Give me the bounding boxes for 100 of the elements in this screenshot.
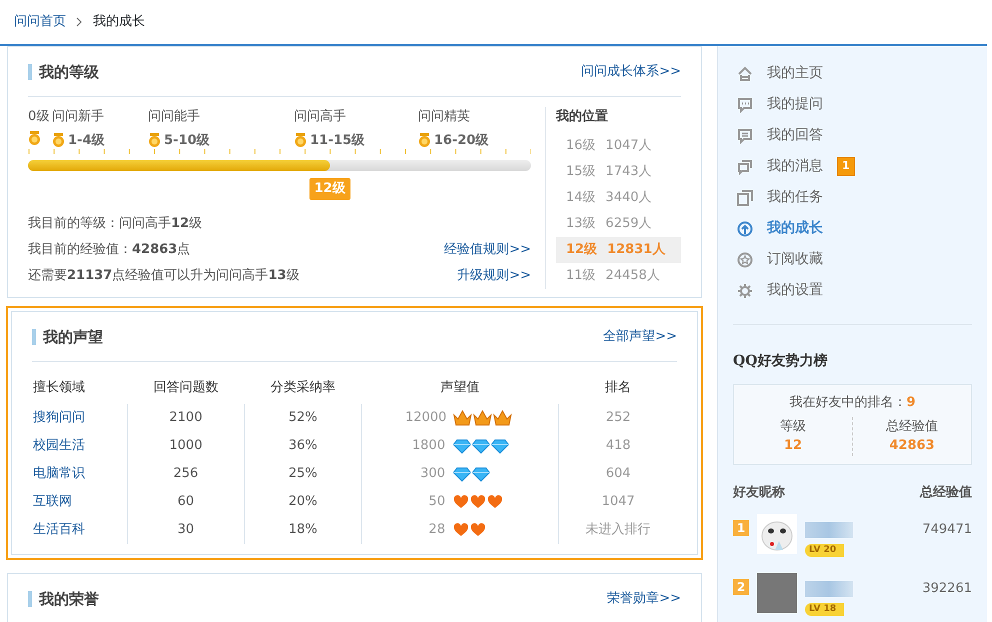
settings-icon bbox=[737, 282, 753, 298]
crown-icon bbox=[453, 410, 472, 426]
field-link[interactable]: 生活百科 bbox=[33, 522, 85, 538]
diamond-icon bbox=[472, 466, 490, 482]
rank-row: 12级 12831人 bbox=[556, 236, 681, 262]
chat-bubbles-icon bbox=[737, 158, 753, 174]
more-link[interactable]: 荣誉勋章>> bbox=[607, 588, 681, 608]
sidebar-item[interactable]: 我的回答 bbox=[733, 120, 972, 151]
column-header: 分类采纳率 bbox=[244, 372, 362, 404]
medal-icon bbox=[52, 133, 65, 148]
diamond-icon bbox=[453, 466, 472, 482]
field-link[interactable]: 电脑常识 bbox=[33, 466, 85, 482]
rank-value: 9 bbox=[906, 395, 916, 410]
chat-bubble-icon bbox=[737, 96, 753, 112]
info-text: 还需要21137点经验值可以升为问问高手13级 bbox=[28, 267, 300, 285]
column-header: 擅长领域 bbox=[32, 372, 128, 404]
level-title: 问问能手 bbox=[148, 108, 201, 126]
panel-title: 我的声望 bbox=[32, 328, 103, 344]
reputation-value: 28 bbox=[428, 521, 446, 540]
panel-title: 我的荣誉 bbox=[28, 590, 99, 606]
panel-title: 我的等级 bbox=[28, 64, 99, 80]
rule-link[interactable]: 升级规则>> bbox=[457, 263, 531, 289]
photo-placeholder bbox=[757, 573, 797, 613]
heart-icon bbox=[453, 495, 470, 509]
breadcrumb-link[interactable]: 问问首页 bbox=[14, 12, 66, 32]
level-range: 11-15级 bbox=[310, 132, 365, 150]
diamond-icon bbox=[472, 438, 490, 454]
crown-icon bbox=[473, 410, 492, 426]
reputation-value: 50 bbox=[428, 493, 446, 512]
crown-icon bbox=[493, 410, 512, 426]
level-title: 问问高手 bbox=[294, 108, 347, 126]
count-badge: 1 bbox=[837, 157, 855, 176]
info-text: 我目前的等级：问问高手12级 bbox=[28, 215, 202, 233]
table-cell: 256 bbox=[127, 460, 244, 488]
table-cell: 20% bbox=[244, 488, 362, 516]
table-cell: 60 bbox=[127, 488, 244, 516]
home-icon bbox=[737, 66, 753, 82]
table-cell: 1000 bbox=[127, 432, 244, 460]
stat-label: 等级 bbox=[780, 418, 806, 436]
sidebar-item[interactable]: 我的提问 bbox=[733, 89, 972, 120]
friend-score: 392261 bbox=[922, 580, 972, 598]
rank-row-text: 16级 1047人 bbox=[565, 136, 653, 154]
sidebar-item[interactable]: 我的成长 bbox=[733, 213, 972, 244]
level-tag: 12级 bbox=[309, 178, 350, 200]
medal-icon bbox=[418, 133, 431, 148]
chevron-icon bbox=[76, 17, 83, 27]
table-cell: 36% bbox=[244, 432, 362, 460]
table-cell: 52% bbox=[244, 404, 362, 432]
more-link[interactable]: 问问成长体系>> bbox=[581, 62, 681, 82]
board-title: QQ好友势力榜 bbox=[733, 352, 828, 371]
sidebar-item[interactable]: 我的主页 bbox=[733, 58, 972, 89]
table-cell: 418 bbox=[558, 432, 677, 460]
medal-icon bbox=[28, 130, 41, 144]
up-arrow-circle-icon bbox=[737, 220, 753, 236]
rank-label: 我在好友中的排名： bbox=[789, 395, 906, 410]
friend-score: 749471 bbox=[922, 521, 972, 539]
level-range: 5-10级 bbox=[164, 132, 210, 150]
rank-badge: 1 bbox=[733, 520, 749, 536]
message-icon bbox=[737, 128, 753, 144]
level-label: 0级 bbox=[28, 108, 50, 126]
heart-icon bbox=[470, 523, 486, 537]
column-header: 回答问题数 bbox=[127, 372, 244, 404]
stacked-squares-icon bbox=[737, 190, 753, 206]
column-header: 好友昵称 bbox=[733, 484, 785, 502]
table-cell: 2100 bbox=[127, 404, 244, 432]
more-link[interactable]: 全部声望>> bbox=[603, 326, 677, 346]
field-link[interactable]: 搜狗问问 bbox=[33, 410, 85, 426]
column-header: 排名 bbox=[558, 372, 677, 404]
field-link[interactable]: 互联网 bbox=[33, 494, 72, 510]
rule-link[interactable]: 经验值规则>> bbox=[444, 237, 531, 263]
medal-icon bbox=[294, 133, 307, 148]
panda-avatar-icon bbox=[757, 514, 797, 554]
sidebar-item[interactable]: 订阅收藏 bbox=[733, 244, 972, 275]
field-link[interactable]: 校园生活 bbox=[33, 438, 85, 454]
blurred-name bbox=[805, 522, 853, 538]
blurred-name bbox=[805, 581, 853, 597]
position-title: 我的位置 bbox=[556, 108, 609, 126]
rank-row-text: 15级 1743人 bbox=[565, 162, 653, 180]
column-header: 总经验值 bbox=[920, 484, 972, 502]
diamond-icon bbox=[491, 438, 510, 454]
heart-icon bbox=[453, 523, 470, 537]
column-header: 声望值 bbox=[361, 372, 559, 404]
breadcrumb-current: 我的成长 bbox=[93, 13, 145, 32]
info-text: 我目前的经验值：42863点 bbox=[28, 241, 190, 259]
rank-row-text: 13级 6259人 bbox=[565, 214, 653, 232]
sidebar-item[interactable]: 我的设置 bbox=[733, 275, 972, 306]
rank-row-text: 11级 24458人 bbox=[565, 266, 661, 284]
reputation-value: 12000 bbox=[405, 409, 446, 428]
table-cell: 604 bbox=[558, 460, 677, 488]
reputation-value: 1800 bbox=[411, 437, 446, 456]
diamond-icon bbox=[453, 438, 472, 454]
sidebar-item[interactable]: 我的消息 1 bbox=[733, 151, 972, 182]
table-cell: 未进入排行 bbox=[558, 516, 677, 544]
table-cell: 252 bbox=[558, 404, 677, 432]
heart-icon bbox=[487, 495, 504, 509]
sidebar-item[interactable]: 我的任务 bbox=[733, 182, 972, 213]
level-badge: LV 20 bbox=[805, 544, 844, 557]
table-cell: 25% bbox=[244, 460, 362, 488]
star-circle-icon bbox=[737, 252, 753, 268]
medal-icon bbox=[148, 133, 161, 148]
